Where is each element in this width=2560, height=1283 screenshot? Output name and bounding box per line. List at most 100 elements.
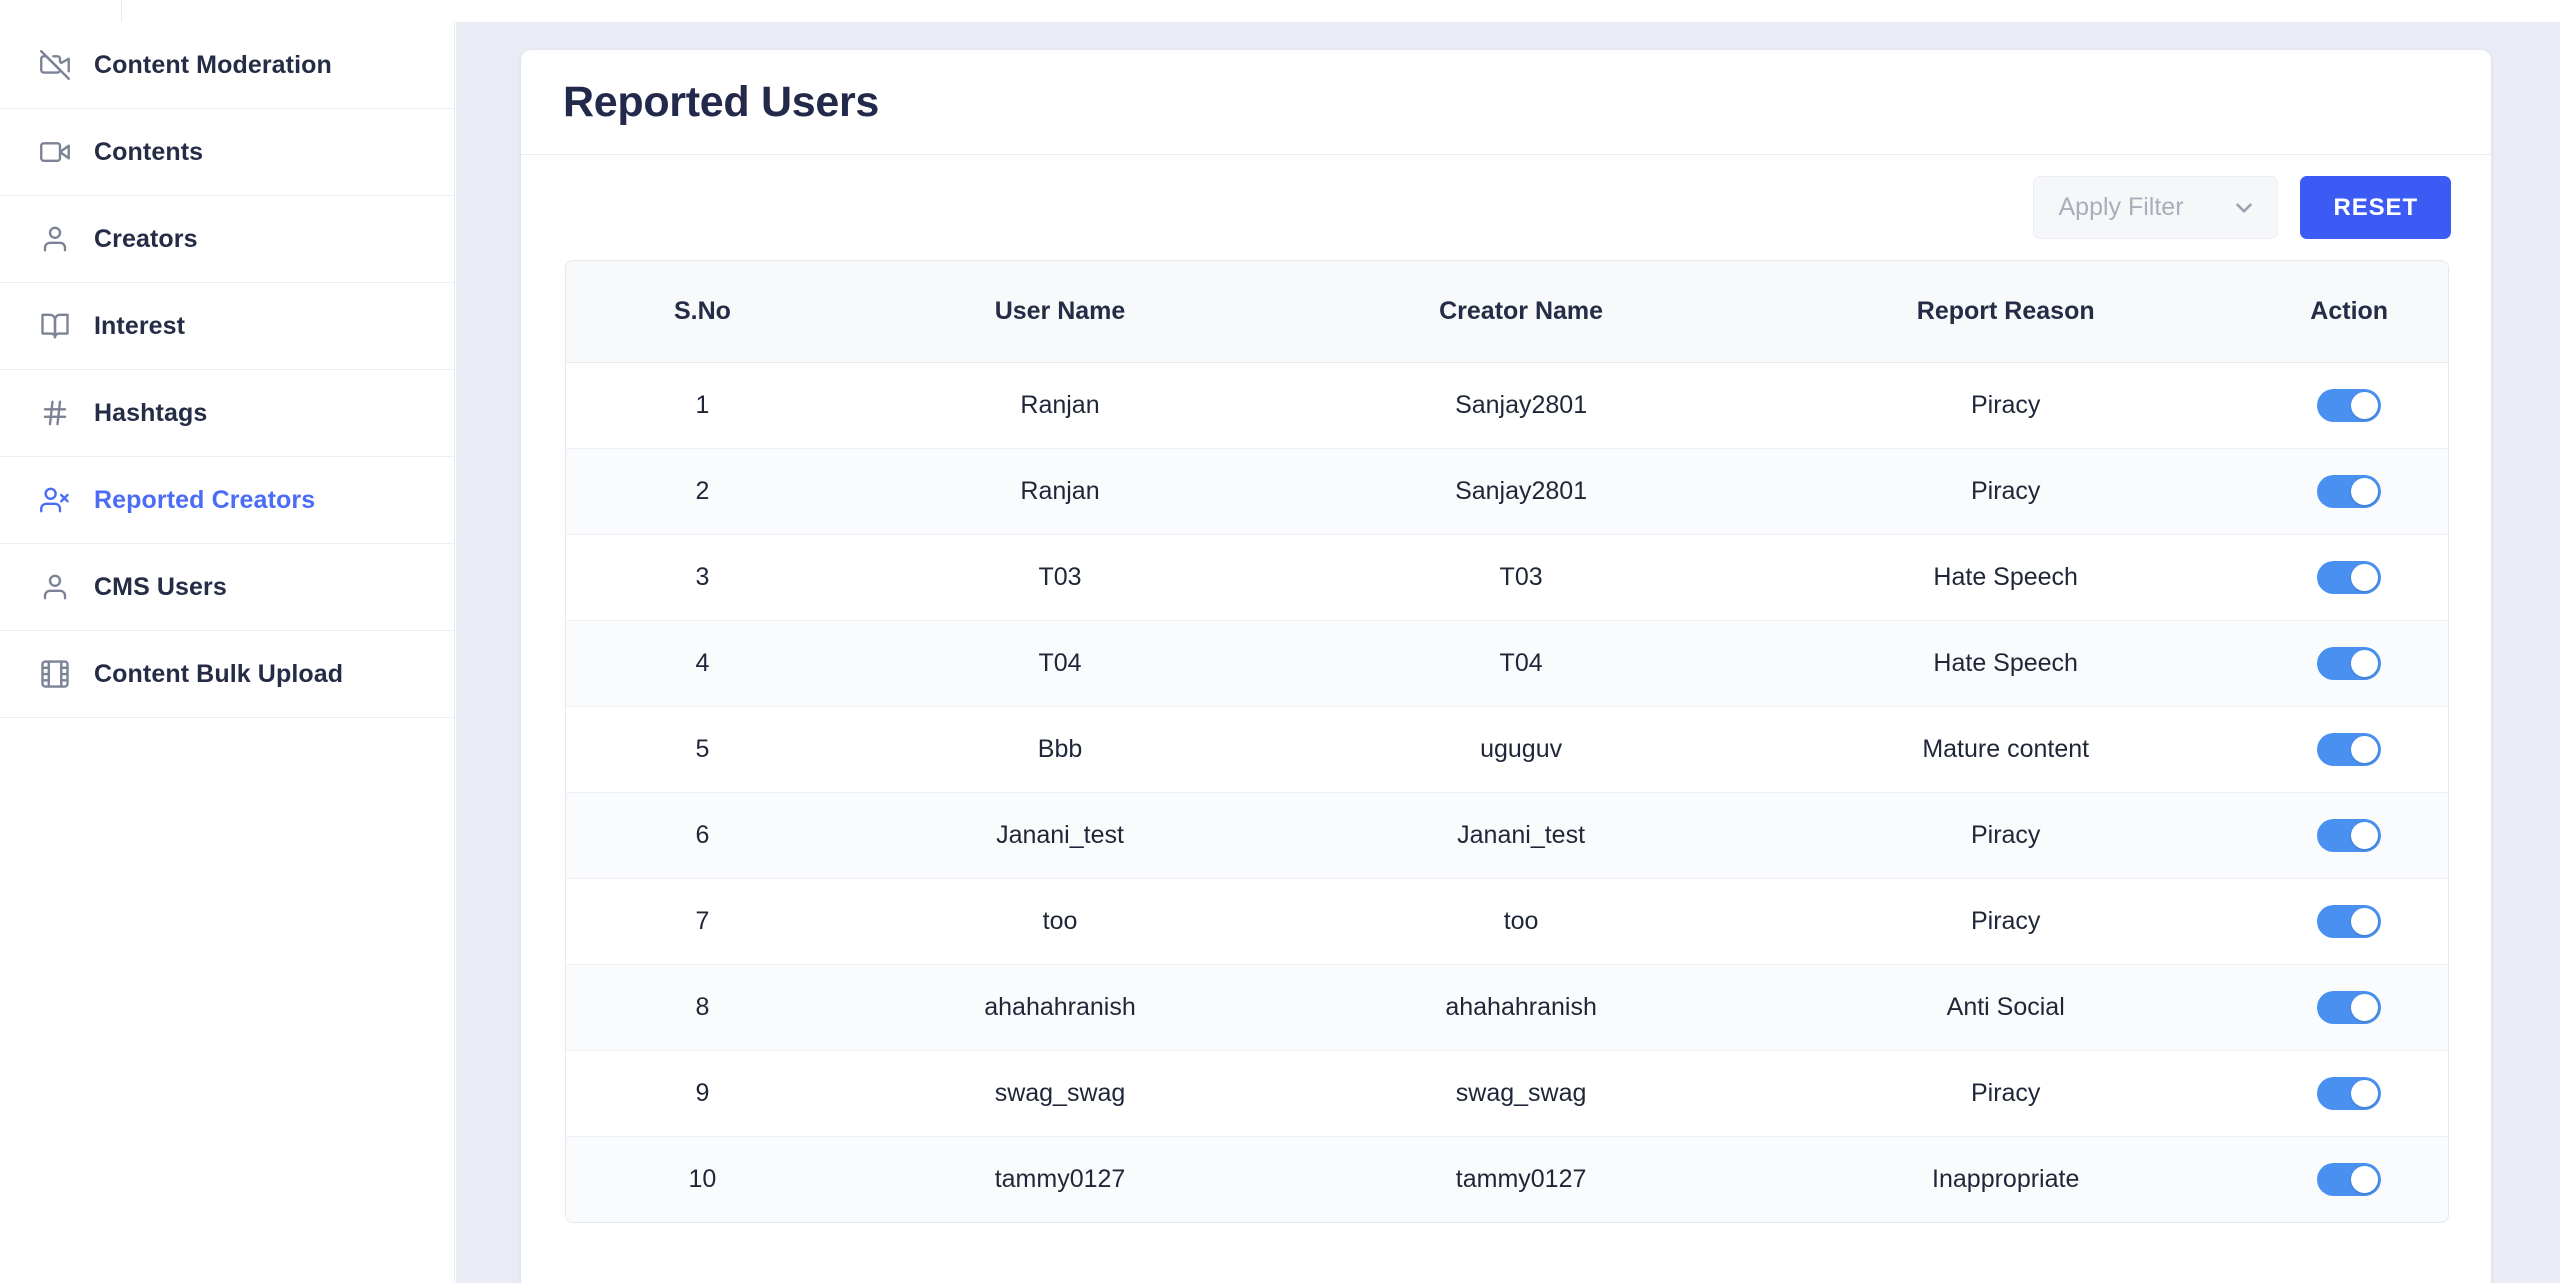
cell-user-name: Ranjan bbox=[838, 448, 1282, 535]
cell-sno: 10 bbox=[566, 1136, 839, 1222]
video-off-icon bbox=[38, 48, 72, 82]
cell-creator-name: ahahahranish bbox=[1281, 964, 1762, 1051]
user-icon bbox=[38, 570, 72, 604]
table-row: 5 Bbb uguguv Mature content bbox=[566, 706, 2448, 793]
cell-creator-name: Sanjay2801 bbox=[1281, 448, 1762, 535]
cell-user-name: Janani_test bbox=[838, 792, 1282, 879]
toggle-knob bbox=[2351, 563, 2379, 591]
cell-creator-name: swag_swag bbox=[1281, 1050, 1762, 1137]
card-header: Reported Users bbox=[521, 50, 2491, 155]
user-x-icon bbox=[38, 483, 72, 517]
cell-sno: 4 bbox=[566, 620, 839, 707]
status-toggle[interactable] bbox=[2317, 474, 2382, 508]
sidebar-item-cms-users[interactable]: CMS Users bbox=[0, 544, 454, 631]
cell-sno: 5 bbox=[566, 706, 839, 793]
apply-filter-dropdown[interactable]: Apply Filter bbox=[2033, 176, 2279, 239]
table-row: 9 swag_swag swag_swag Piracy bbox=[566, 1050, 2448, 1137]
sidebar-item-reported-creators[interactable]: Reported Creators bbox=[0, 457, 454, 544]
table-row: 7 too too Piracy bbox=[566, 878, 2448, 965]
app-root: Content Moderation Contents Creators Intere… bbox=[0, 0, 2560, 1283]
sidebar-item-content-bulk-upload[interactable]: Content Bulk Upload bbox=[0, 631, 454, 718]
cell-action bbox=[2250, 964, 2448, 1051]
top-bar-sliver bbox=[0, 0, 455, 22]
cell-report-reason: Piracy bbox=[1761, 362, 2251, 449]
sidebar-item-label: CMS Users bbox=[94, 572, 227, 601]
status-toggle[interactable] bbox=[2317, 732, 2382, 766]
table-row: 6 Janani_test Janani_test Piracy bbox=[566, 792, 2448, 879]
apply-filter-label: Apply Filter bbox=[2058, 193, 2184, 221]
sidebar-item-label: Interest bbox=[94, 311, 186, 340]
status-toggle[interactable] bbox=[2317, 818, 2382, 852]
sidebar-item-label: Reported Creators bbox=[94, 485, 316, 514]
reset-button-label: RESET bbox=[2333, 193, 2418, 221]
toggle-knob bbox=[2351, 735, 2379, 763]
table-header-row: S.No User Name Creator Name Report Reaso… bbox=[566, 261, 2448, 363]
cell-report-reason: Piracy bbox=[1761, 1050, 2251, 1137]
cell-sno: 6 bbox=[566, 792, 839, 879]
sidebar-item-hashtags[interactable]: Hashtags bbox=[0, 370, 454, 457]
table-header: S.No User Name Creator Name Report Reaso… bbox=[566, 261, 2448, 363]
cell-user-name: T04 bbox=[838, 620, 1282, 707]
table-row: 10 tammy0127 tammy0127 Inappropriate bbox=[566, 1136, 2448, 1222]
toggle-knob bbox=[2351, 821, 2379, 849]
status-toggle[interactable] bbox=[2317, 1162, 2382, 1196]
toggle-knob bbox=[2351, 649, 2379, 677]
toolbar: Apply Filter RESET bbox=[521, 155, 2491, 260]
cell-creator-name: too bbox=[1281, 878, 1762, 965]
toggle-knob bbox=[2351, 907, 2379, 935]
cell-creator-name: Sanjay2801 bbox=[1281, 362, 1762, 449]
table-body: 1 Ranjan Sanjay2801 Piracy 2 Ranjan Sanjay2801… bbox=[566, 362, 2448, 1222]
sidebar-item-contents[interactable]: Contents bbox=[0, 109, 454, 196]
toggle-knob bbox=[2351, 477, 2379, 505]
cell-user-name: ahahahranish bbox=[838, 964, 1282, 1051]
cell-creator-name: T03 bbox=[1281, 534, 1762, 621]
cell-action bbox=[2250, 1050, 2448, 1137]
sidebar-item-content-moderation[interactable]: Content Moderation bbox=[0, 22, 454, 109]
table-row: 1 Ranjan Sanjay2801 Piracy bbox=[566, 362, 2448, 449]
column-header-creator: Creator Name bbox=[1281, 261, 1762, 363]
table-row: 4 T04 T04 Hate Speech bbox=[566, 620, 2448, 707]
cell-report-reason: Piracy bbox=[1761, 878, 2251, 965]
sidebar-item-creators[interactable]: Creators bbox=[0, 196, 454, 283]
sidebar-item-label: Creators bbox=[94, 224, 198, 253]
column-header-action: Action bbox=[2250, 261, 2448, 363]
cell-action bbox=[2250, 620, 2448, 707]
page-title: Reported Users bbox=[563, 77, 880, 126]
cell-report-reason: Piracy bbox=[1761, 448, 2251, 535]
status-toggle[interactable] bbox=[2317, 904, 2382, 938]
sidebar-item-label: Hashtags bbox=[94, 398, 208, 427]
cell-creator-name: Janani_test bbox=[1281, 792, 1762, 879]
sidebar-item-label: Contents bbox=[94, 137, 204, 166]
cell-sno: 9 bbox=[566, 1050, 839, 1137]
cell-action bbox=[2250, 1136, 2448, 1222]
toggle-knob bbox=[2351, 993, 2379, 1021]
cell-report-reason: Mature content bbox=[1761, 706, 2251, 793]
status-toggle[interactable] bbox=[2317, 560, 2382, 594]
cell-creator-name: uguguv bbox=[1281, 706, 1762, 793]
cell-sno: 2 bbox=[566, 448, 839, 535]
table-row: 2 Ranjan Sanjay2801 Piracy bbox=[566, 448, 2448, 535]
status-toggle[interactable] bbox=[2317, 1076, 2382, 1110]
cell-action bbox=[2250, 362, 2448, 449]
status-toggle[interactable] bbox=[2317, 646, 2382, 680]
reported-users-table: S.No User Name Creator Name Report Reaso… bbox=[565, 260, 2449, 1223]
user-icon bbox=[38, 222, 72, 256]
reset-button[interactable]: RESET bbox=[2300, 176, 2451, 239]
cell-sno: 7 bbox=[566, 878, 839, 965]
sidebar-item-label: Content Moderation bbox=[94, 50, 332, 79]
cell-sno: 1 bbox=[566, 362, 839, 449]
column-header-reason: Report Reason bbox=[1761, 261, 2251, 363]
sidebar-item-interest[interactable]: Interest bbox=[0, 283, 454, 370]
cell-action bbox=[2250, 448, 2448, 535]
toggle-knob bbox=[2351, 391, 2379, 419]
cell-report-reason: Hate Speech bbox=[1761, 534, 2251, 621]
status-toggle[interactable] bbox=[2317, 388, 2382, 422]
table-row: 3 T03 T03 Hate Speech bbox=[566, 534, 2448, 621]
film-icon bbox=[38, 657, 72, 691]
cell-action bbox=[2250, 534, 2448, 621]
cell-user-name: swag_swag bbox=[838, 1050, 1282, 1137]
status-toggle[interactable] bbox=[2317, 990, 2382, 1024]
cell-user-name: T03 bbox=[838, 534, 1282, 621]
toggle-knob bbox=[2351, 1079, 2379, 1107]
book-open-icon bbox=[38, 309, 72, 343]
